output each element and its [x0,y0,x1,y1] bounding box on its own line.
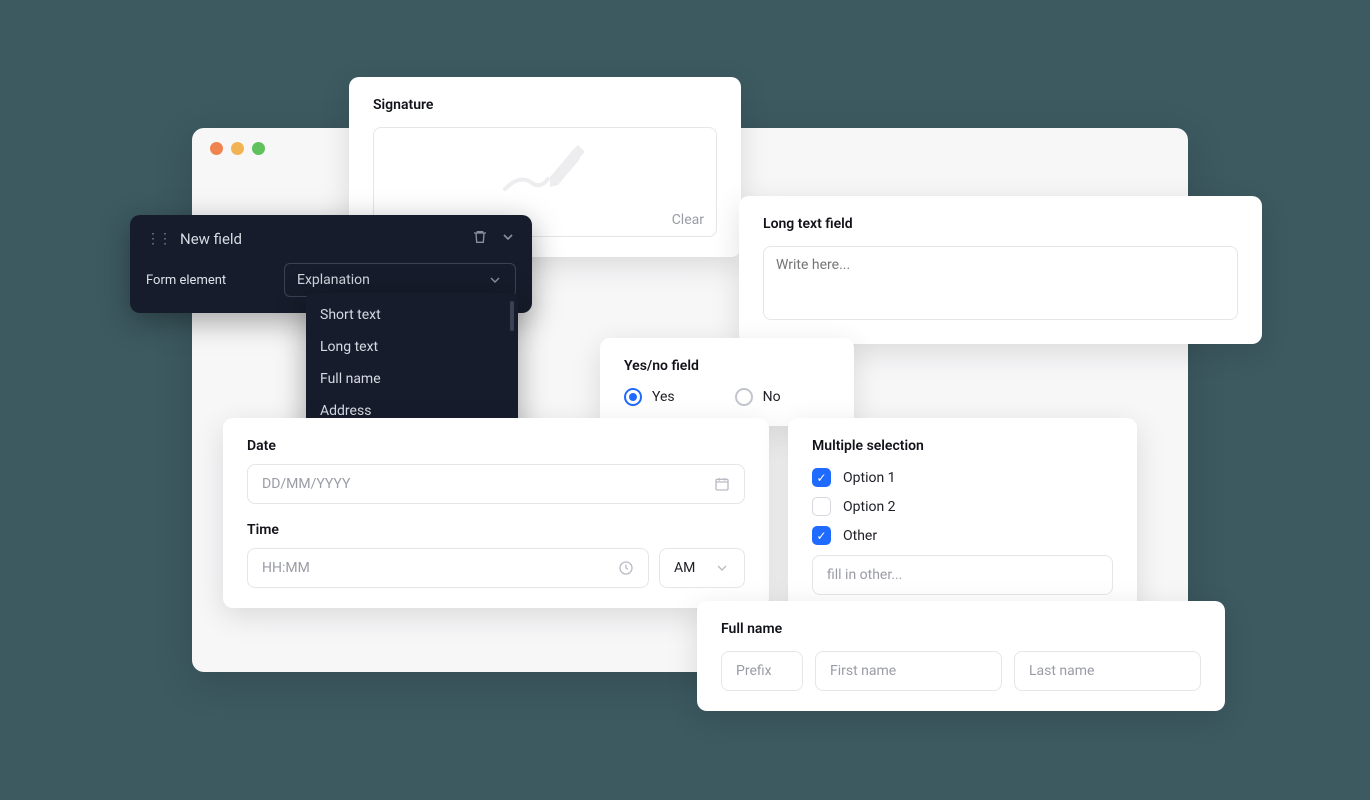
radio-icon [624,388,642,406]
dropdown-option[interactable]: Short text [306,299,518,331]
yes-radio[interactable]: Yes [624,388,675,406]
other-text-input[interactable]: fill in other... [812,555,1113,595]
fullname-card: Full name Prefix First name Last name [697,601,1225,711]
new-field-title: New field [180,230,462,248]
checkbox-row[interactable]: ✓ Other [812,526,1113,545]
chevron-down-icon[interactable] [500,229,516,249]
dropdown-option[interactable]: Long text [306,331,518,363]
time-input[interactable]: HH:MM [247,548,649,588]
long-text-input[interactable] [763,246,1238,320]
yesno-title: Yes/no field [624,358,830,374]
window-close-dot[interactable] [210,142,223,155]
fullname-title: Full name [721,621,1201,637]
chevron-down-icon [487,272,503,288]
no-label: No [763,389,781,405]
multi-title: Multiple selection [812,438,1113,454]
signature-pen-icon [500,139,590,199]
checkbox-icon [812,497,831,516]
date-input[interactable]: DD/MM/YYYY [247,464,745,504]
first-name-input[interactable]: First name [815,651,1002,691]
trash-icon[interactable] [472,229,488,249]
prefix-input[interactable]: Prefix [721,651,803,691]
option-label: Option 1 [843,470,896,486]
date-label: Date [247,438,745,454]
window-minimize-dot[interactable] [231,142,244,155]
checkbox-icon: ✓ [812,526,831,545]
multi-select-card: Multiple selection ✓ Option 1 Option 2 ✓… [788,418,1137,615]
date-placeholder: DD/MM/YYYY [262,476,350,492]
calendar-icon [714,476,730,492]
ampm-select[interactable]: AM [659,548,745,588]
checkbox-icon: ✓ [812,468,831,487]
signature-clear-button[interactable]: Clear [672,212,704,228]
checkbox-row[interactable]: ✓ Option 1 [812,468,1113,487]
long-text-title: Long text field [763,216,1238,232]
last-name-input[interactable]: Last name [1014,651,1201,691]
time-label: Time [247,522,745,538]
drag-handle-icon[interactable]: ⋮⋮ [146,231,170,247]
scrollbar-thumb[interactable] [510,301,514,331]
option-label: Option 2 [843,499,896,515]
dropdown-option[interactable]: Full name [306,363,518,395]
yesno-card: Yes/no field Yes No [600,338,854,426]
form-element-selected: Explanation [297,272,370,288]
chevron-down-icon [714,560,730,576]
time-placeholder: HH:MM [262,560,310,576]
long-text-card: Long text field [739,196,1262,344]
other-placeholder: fill in other... [827,567,902,583]
radio-icon [735,388,753,406]
no-radio[interactable]: No [735,388,781,406]
datetime-card: Date DD/MM/YYYY Time HH:MM AM [223,418,769,608]
yes-label: Yes [652,389,675,405]
ampm-value: AM [674,560,695,576]
window-maximize-dot[interactable] [252,142,265,155]
form-element-label: Form element [146,273,266,288]
signature-title: Signature [373,97,717,113]
option-label: Other [843,528,877,544]
clock-icon [618,560,634,576]
checkbox-row[interactable]: Option 2 [812,497,1113,516]
form-element-select[interactable]: Explanation [284,263,516,297]
